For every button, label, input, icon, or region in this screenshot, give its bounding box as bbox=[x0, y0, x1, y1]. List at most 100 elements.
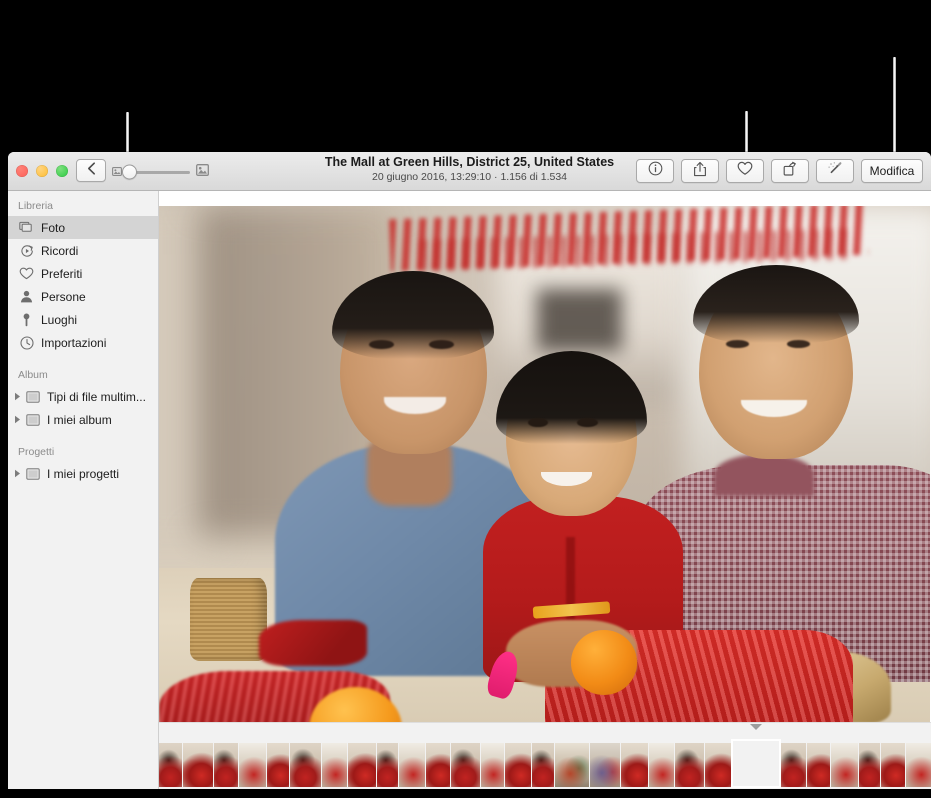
zoom-slider-track[interactable] bbox=[128, 171, 190, 174]
photo-object-orange-1 bbox=[571, 630, 637, 695]
sidebar-spacer bbox=[8, 431, 158, 443]
sidebar-item-luoghi[interactable]: Luoghi bbox=[8, 308, 158, 331]
enhance-button[interactable] bbox=[816, 159, 854, 183]
heart-icon bbox=[18, 267, 35, 280]
filmstrip-thumb[interactable] bbox=[906, 743, 931, 787]
disclosure-triangle-icon[interactable] bbox=[12, 469, 23, 478]
sidebar-item-importazioni[interactable]: Importazioni bbox=[8, 331, 158, 354]
filmstrip-thumb[interactable] bbox=[781, 743, 806, 787]
filmstrip-area bbox=[159, 722, 931, 789]
filmstrip-thumb[interactable] bbox=[451, 743, 480, 787]
filmstrip[interactable] bbox=[159, 736, 931, 789]
sidebar-item-i-miei-album[interactable]: I miei album bbox=[8, 408, 158, 431]
filmstrip-thumb[interactable] bbox=[705, 743, 731, 787]
filmstrip-thumb[interactable] bbox=[239, 743, 266, 787]
back-button[interactable] bbox=[76, 159, 106, 182]
favorite-button[interactable] bbox=[726, 159, 764, 183]
traffic-lights bbox=[16, 165, 68, 177]
filmstrip-thumb[interactable] bbox=[377, 743, 398, 787]
sidebar-item-label: Persone bbox=[41, 290, 86, 304]
filmstrip-thumb[interactable] bbox=[348, 743, 376, 787]
sidebar-section-header-libreria: Libreria bbox=[8, 197, 158, 216]
sidebar-spacer bbox=[8, 354, 158, 366]
photo-subject-child-eye-right bbox=[577, 418, 598, 427]
filmstrip-thumb[interactable] bbox=[859, 743, 880, 787]
sidebar-item-foto[interactable]: Foto bbox=[8, 216, 158, 239]
rotate-icon bbox=[782, 161, 798, 182]
main-photo[interactable] bbox=[159, 206, 930, 723]
disclosure-triangle-icon[interactable] bbox=[12, 392, 23, 401]
sidebar-section-header-progetti: Progetti bbox=[8, 443, 158, 462]
person-icon bbox=[18, 290, 35, 303]
photo-subject-father-eye-right bbox=[429, 340, 454, 349]
filmstrip-thumb[interactable] bbox=[426, 743, 450, 787]
photo-object-red-cloth bbox=[259, 620, 367, 667]
album-icon bbox=[24, 468, 41, 480]
share-icon bbox=[693, 161, 707, 182]
filmstrip-thumb[interactable] bbox=[399, 743, 425, 787]
filmstrip-thumb[interactable] bbox=[322, 743, 347, 787]
window-body: Libreria Foto Ri bbox=[8, 191, 931, 789]
sidebar-item-persone[interactable]: Persone bbox=[8, 285, 158, 308]
photo-subject-grandfather-collar bbox=[714, 454, 814, 495]
sidebar-item-label: I miei album bbox=[47, 413, 112, 427]
filmstrip-thumb[interactable] bbox=[159, 743, 182, 787]
filmstrip-thumb[interactable] bbox=[621, 743, 648, 787]
share-button[interactable] bbox=[681, 159, 719, 183]
filmstrip-thumb[interactable] bbox=[267, 743, 289, 787]
filmstrip-thumb[interactable] bbox=[649, 743, 674, 787]
info-circle-icon bbox=[648, 161, 663, 181]
filmstrip-thumb[interactable] bbox=[532, 743, 554, 787]
filmstrip-thumb[interactable] bbox=[290, 743, 321, 787]
filmstrip-thumb[interactable] bbox=[590, 743, 620, 787]
album-icon bbox=[24, 391, 41, 403]
filmstrip-thumb[interactable] bbox=[555, 743, 589, 787]
zoom-slider-knob[interactable] bbox=[122, 165, 137, 180]
sidebar-item-ricordi[interactable]: Ricordi bbox=[8, 239, 158, 262]
photos-window: The Mall at Green Hills, District 25, Un… bbox=[8, 152, 931, 789]
sidebar-item-preferiti[interactable]: Preferiti bbox=[8, 262, 158, 285]
map-pin-icon bbox=[18, 313, 35, 327]
sidebar-item-label: Tipi di file multim... bbox=[47, 390, 146, 404]
sidebar: Libreria Foto Ri bbox=[8, 191, 159, 789]
filmstrip-thumb[interactable] bbox=[881, 743, 905, 787]
close-button[interactable] bbox=[16, 165, 28, 177]
selected-marker-triangle bbox=[750, 724, 762, 730]
sidebar-item-tipi-di-file-multimediali[interactable]: Tipi di file multim... bbox=[8, 385, 158, 408]
filmstrip-thumb[interactable] bbox=[807, 743, 830, 787]
filmstrip-thumb[interactable] bbox=[481, 743, 504, 787]
memories-icon bbox=[18, 244, 35, 258]
filmstrip-thumb[interactable] bbox=[675, 743, 704, 787]
chevron-left-icon bbox=[87, 162, 96, 180]
filmstrip-thumb[interactable] bbox=[831, 743, 858, 787]
sidebar-item-label: Importazioni bbox=[41, 336, 106, 350]
thumbnail-large-icon bbox=[196, 163, 209, 181]
filmstrip-thumb-selected[interactable] bbox=[732, 740, 780, 787]
info-button[interactable] bbox=[636, 159, 674, 183]
window-toolbar: The Mall at Green Hills, District 25, Un… bbox=[8, 152, 931, 191]
photo-region-shelf-box bbox=[537, 289, 622, 351]
photo-object-twine-spool bbox=[190, 578, 267, 661]
photo-image bbox=[159, 206, 930, 723]
filmstrip-thumb[interactable] bbox=[505, 743, 531, 787]
album-icon bbox=[24, 414, 41, 426]
minimize-button[interactable] bbox=[36, 165, 48, 177]
disclosure-triangle-icon[interactable] bbox=[12, 415, 23, 424]
sidebar-item-label: Ricordi bbox=[41, 244, 78, 258]
sidebar-item-label: Luoghi bbox=[41, 313, 77, 327]
photos-stack-icon bbox=[18, 221, 35, 234]
filmstrip-thumb[interactable] bbox=[214, 743, 238, 787]
filmstrip-thumb[interactable] bbox=[183, 743, 213, 787]
sidebar-item-i-miei-progetti[interactable]: I miei progetti bbox=[8, 462, 158, 485]
zoom-button[interactable] bbox=[56, 165, 68, 177]
sidebar-section-header-album: Album bbox=[8, 366, 158, 385]
rotate-button[interactable] bbox=[771, 159, 809, 183]
toolbar-actions: Modifica bbox=[636, 159, 923, 183]
magic-wand-icon bbox=[827, 161, 843, 182]
sidebar-item-label: Foto bbox=[41, 221, 65, 235]
heart-icon bbox=[737, 161, 753, 181]
sidebar-item-label: Preferiti bbox=[41, 267, 82, 281]
edit-button[interactable]: Modifica bbox=[861, 159, 923, 183]
clock-icon bbox=[18, 336, 35, 350]
zoom-slider[interactable] bbox=[112, 163, 209, 181]
